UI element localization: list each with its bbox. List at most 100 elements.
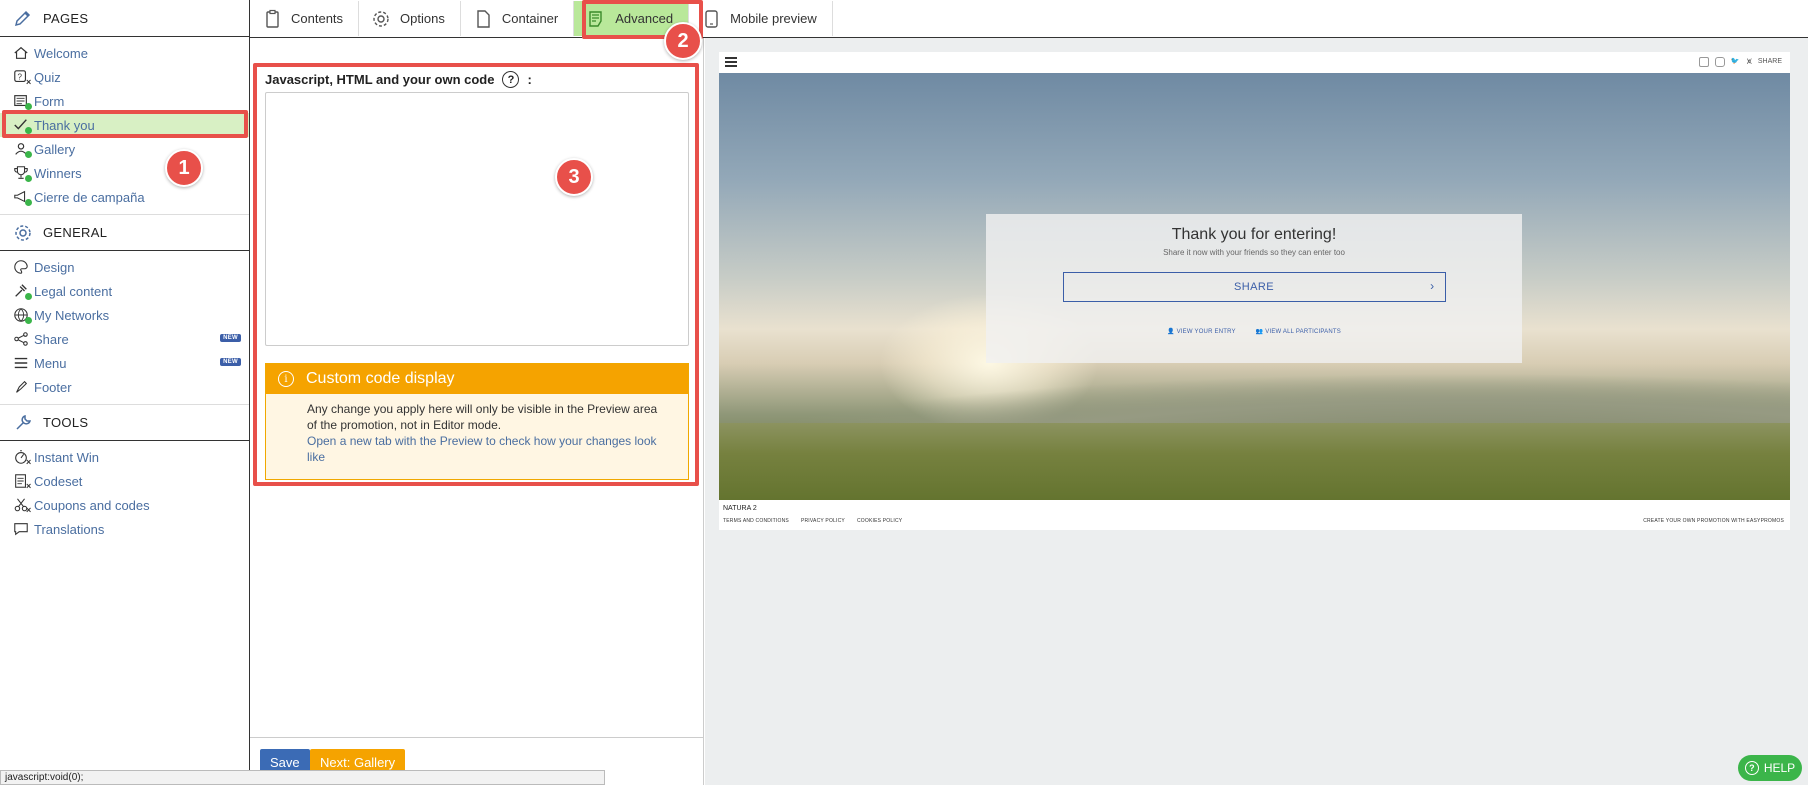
pages-section-header: PAGES [0,0,249,37]
open-preview-link[interactable]: Open a new tab with the Preview to check… [307,433,658,465]
card-title: Thank you for entering! [1171,226,1337,243]
sidebar-item-label: Gallery [34,141,76,157]
menu-icon [12,354,30,372]
tab-container[interactable]: Container [461,1,575,36]
sidebar-item-cierre-de-campa-a[interactable]: Cierre de campaña [0,185,249,209]
footer-link[interactable]: COOKIES POLICY [857,518,902,524]
scissors-icon: × [12,496,31,515]
sidebar-item-label: Codeset [34,473,83,489]
status-dot [25,151,32,158]
notice-title: Custom code display [306,370,455,387]
twitter-icon[interactable]: 🐦 [1731,57,1741,67]
sidebar-item-label: Welcome [34,45,88,61]
tab-label: Contents [291,11,344,26]
document-icon [473,9,502,29]
sidebar-item-form[interactable]: Form [0,89,249,113]
tab-mobile-preview[interactable]: Mobile preview [689,1,833,36]
status-dot [25,127,32,134]
view-entry-link[interactable]: 👤 VIEW YOUR ENTRY [1167,328,1236,335]
hamburger-menu-icon[interactable] [725,57,737,69]
sidebar-item-label: Translations [34,521,105,537]
view-participants-link[interactable]: 👥 VIEW ALL PARTICIPANTS [1256,328,1341,335]
facebook-icon[interactable] [1698,56,1709,67]
notice-text: Any change you apply here will only be v… [307,402,658,432]
footer-icon [12,378,30,396]
footer-links: TERMS AND CONDITIONS PRIVACY POLICY COOK… [723,518,902,524]
status-x-mark: × [26,457,32,467]
help-question-icon[interactable]: ? [502,71,520,88]
pages-list: Welcome ? × Quiz Form Thank you Gallery Winners… [0,37,249,214]
tools-list: × Instant Win × Codeset × Coupons and codes Tr… [0,441,249,546]
sidebar-item-legal-content[interactable]: Legal content [0,279,249,303]
status-x-mark: × [26,77,32,87]
footer-brand: NATURA 2 [723,505,757,512]
info-icon: i [278,371,294,387]
general-list: Design Legal content My Networks Share NEW Me… [0,251,249,404]
sidebar-item-label: Winners [34,165,82,181]
sidebar-item-thank-you[interactable]: Thank you [0,113,249,137]
chevron-right-icon: › [1430,279,1435,293]
custom-code-textarea[interactable] [265,92,689,346]
check-icon [12,116,32,134]
status-x-mark: × [26,481,32,491]
code-label-suffix: : [527,72,532,87]
sidebar-item-footer[interactable]: Footer [0,375,249,399]
thank-you-card: Thank you for entering! Share it now wit… [986,214,1522,363]
new-badge: NEW [220,358,241,366]
card-subtitle: Share it now with your friends so they c… [1163,248,1345,257]
footer-link[interactable]: TERMS AND CONDITIONS [723,518,789,524]
code-field-label: Javascript, HTML and your own code ? : [265,71,532,88]
step-badge-3: 3 [555,158,593,196]
field [719,423,1790,500]
tab-label: Options [400,11,445,26]
browser-status-bar: javascript:void(0); [0,770,605,785]
sidebar-item-welcome[interactable]: Welcome [0,41,249,65]
gavel-icon [12,282,32,300]
tab-contents[interactable]: Contents [250,1,360,36]
sidebar-item-label: Cierre de campaña [34,189,145,205]
footer-link[interactable]: PRIVACY POLICY [801,518,845,524]
share-button-label: SHARE [1234,281,1274,293]
preview-share-label[interactable]: SHARE [1758,58,1782,65]
sidebar-item-menu[interactable]: Menu NEW [0,351,249,375]
card-links: 👤 VIEW YOUR ENTRY 👥 VIEW ALL PARTICIPANT… [986,328,1522,335]
preview-social-bar: 🐦 ⩙ SHARE [1698,56,1782,67]
sidebar-item-winners[interactable]: Winners [0,161,249,185]
help-icon: ? [1744,761,1759,775]
advanced-icon [586,9,615,29]
status-dot [25,103,32,110]
palette-icon [12,258,30,276]
status-dot [25,175,32,182]
instagram-icon[interactable] [1714,56,1725,67]
gear-icon [371,9,400,29]
tab-options[interactable]: Options [359,1,461,36]
notice-body: Any change you apply here will only be v… [266,394,688,465]
help-label: HELP [1763,761,1796,775]
view-participants-label: VIEW ALL PARTICIPANTS [1265,329,1341,335]
sidebar-item-my-networks[interactable]: My Networks [0,303,249,327]
form-icon [12,92,32,110]
tools-header-label: TOOLS [43,415,89,430]
megaphone-icon [12,188,32,206]
trophy-icon [12,164,32,182]
sidebar-item-instant-win[interactable]: × Instant Win [0,445,249,469]
sidebar-item-design[interactable]: Design [0,255,249,279]
preview-share-button[interactable]: SHARE › [1062,272,1446,302]
tools-section-header: TOOLS [0,404,249,441]
sidebar-item-label: Quiz [34,69,61,85]
sidebar-item-codeset[interactable]: × Codeset [0,469,249,493]
sidebar-item-coupons-and-codes[interactable]: × Coupons and codes [0,493,249,517]
sidebar-item-share[interactable]: Share NEW [0,327,249,351]
create-promotion-link[interactable]: CREATE YOUR OWN PROMOTION WITH EASYPROMO… [1643,518,1784,524]
sidebar-item-quiz[interactable]: ? × Quiz [0,65,249,89]
share-icon[interactable]: ⩙ [1747,56,1752,67]
clipboard-icon [262,9,291,29]
step-badge-2: 2 [664,22,702,60]
status-dot [25,293,32,300]
pencil-icon [14,10,31,27]
sidebar-item-translations[interactable]: Translations [0,517,249,541]
sidebar-item-gallery[interactable]: Gallery [0,137,249,161]
preview-footer: NATURA 2 TERMS AND CONDITIONS PRIVACY PO… [719,500,1790,530]
pages-header-label: PAGES [43,10,89,26]
help-button[interactable]: ? HELP [1738,755,1802,781]
